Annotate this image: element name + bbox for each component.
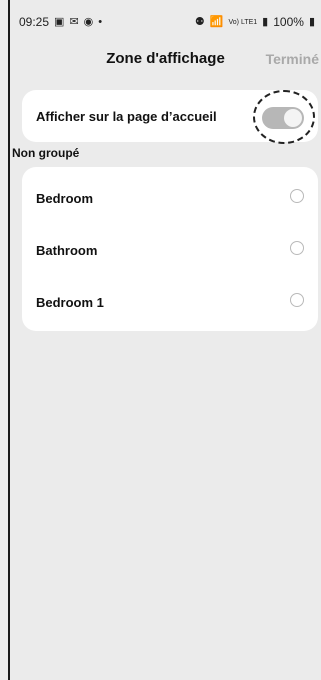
- header: Zone d'affichage Terminé: [10, 46, 321, 74]
- section-label: Non groupé: [12, 146, 80, 160]
- toggle-knob: [284, 109, 302, 127]
- room-name: Bedroom 1: [36, 295, 104, 310]
- mail-icon: ✉: [69, 15, 79, 28]
- room-row-bedroom[interactable]: Bedroom: [22, 171, 318, 223]
- room-row-bathroom[interactable]: Bathroom: [22, 223, 318, 275]
- radio-button[interactable]: [290, 189, 304, 203]
- status-right: ⚉ 📶 Vo) LTE1 ▮ 100% ▮: [195, 15, 315, 29]
- done-button[interactable]: Terminé: [266, 51, 319, 67]
- status-time: 09:25: [19, 15, 50, 29]
- volte-icon: Vo) LTE1: [228, 18, 258, 26]
- radio-button[interactable]: [290, 293, 304, 307]
- image-icon: ▣: [54, 15, 65, 28]
- status-bar: 09:25 ▣ ✉ ◉ • ⚉ 📶 Vo) LTE1 ▮ 100% ▮: [19, 14, 315, 30]
- room-list-card: Bedroom Bathroom Bedroom 1: [22, 167, 318, 331]
- bug-icon: ⚉: [194, 15, 205, 28]
- record-icon: ◉: [83, 15, 94, 28]
- toggle-label: Afficher sur la page d’accueil: [36, 109, 217, 124]
- home-display-toggle[interactable]: [262, 107, 304, 129]
- signal-icon: ▮: [262, 15, 269, 28]
- battery-icon: ▮: [308, 15, 315, 28]
- radio-button[interactable]: [290, 241, 304, 255]
- wifi-icon: 📶: [209, 15, 224, 28]
- room-row-bedroom-1[interactable]: Bedroom 1: [22, 275, 318, 327]
- battery-percent: 100%: [273, 15, 304, 29]
- status-left: 09:25 ▣ ✉ ◉ •: [19, 15, 102, 29]
- frame-border: [8, 0, 10, 680]
- room-name: Bathroom: [36, 243, 98, 258]
- dot-icon: •: [98, 15, 103, 28]
- room-name: Bedroom: [36, 191, 94, 206]
